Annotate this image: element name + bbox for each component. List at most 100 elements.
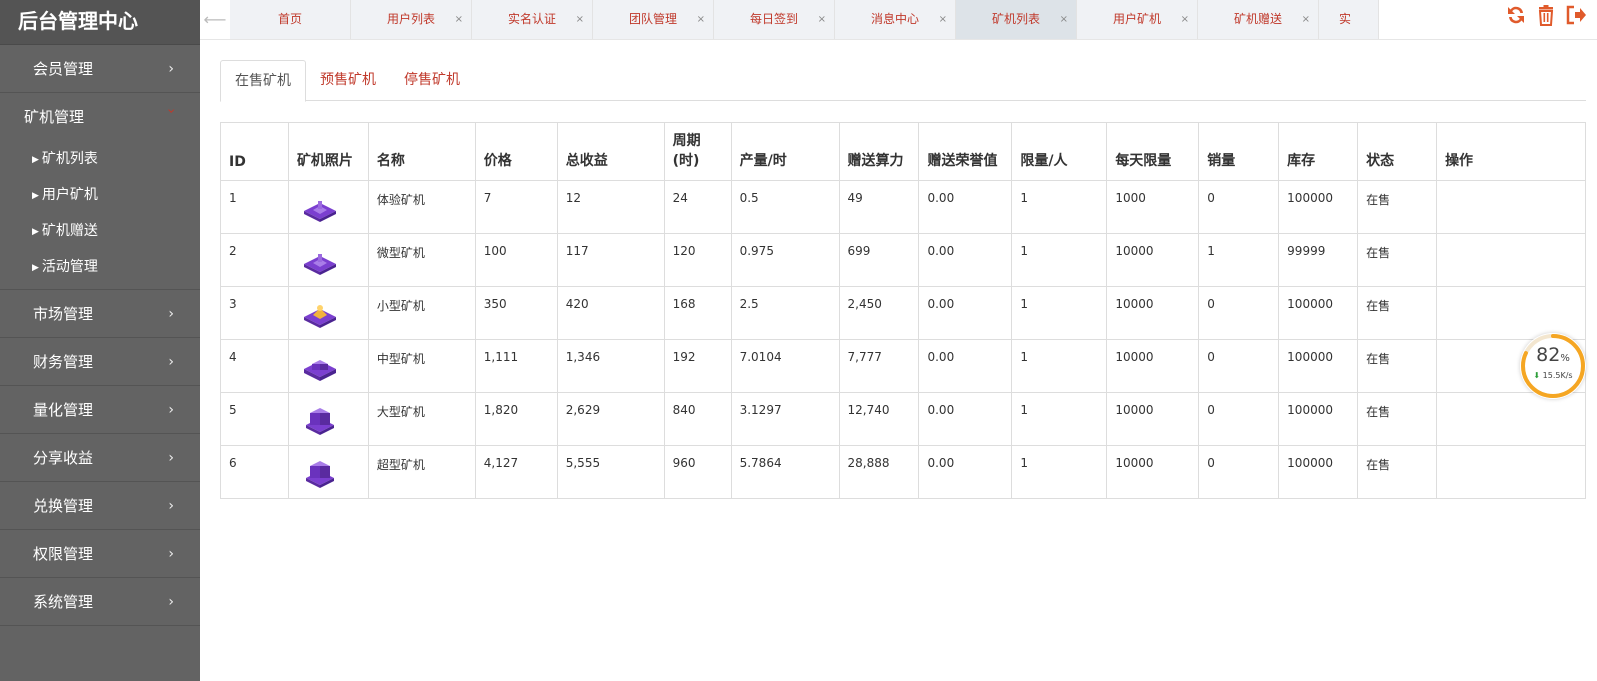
- sidebar-subitem-3[interactable]: ▶ 活动管理: [0, 249, 200, 285]
- table-cell: 350: [475, 286, 558, 340]
- table-cell: 12: [557, 180, 665, 234]
- subtab-1[interactable]: 预售矿机: [306, 60, 390, 101]
- sidebar-item-1[interactable]: 矿机管理 ›: [0, 93, 200, 141]
- tab-close-icon[interactable]: ×: [697, 0, 705, 39]
- machine-status-tabs: 在售矿机 预售矿机 停售矿机: [220, 60, 1586, 102]
- table-cell: 4: [220, 339, 289, 393]
- sidebar-item-label: 量化管理: [33, 401, 94, 419]
- sidebar-item-4[interactable]: 量化管理 ›: [0, 386, 200, 434]
- tab-close-icon[interactable]: ×: [1181, 0, 1189, 39]
- sidebar-item-label: 系统管理: [33, 593, 94, 611]
- sidebar-item-8[interactable]: 系统管理 ›: [0, 578, 200, 626]
- tab-bar: ⟵ 首页 用户列表 × 实名认证 × 团队管理 × 每日签到 × 消息中心 × 矿机列表 × 用户矿机 × 矿…: [200, 0, 1597, 40]
- table-cell: 0: [1198, 339, 1280, 393]
- table-row: 3 小型矿机 350 420 168 2.5 2,450 0.00 1 10000 0 100000 在…: [220, 286, 1586, 340]
- speed-rate: ⬇ 15.5K/s: [1533, 371, 1573, 380]
- sidebar-item-6[interactable]: 兑换管理 ›: [0, 482, 200, 530]
- tab-close-icon[interactable]: ×: [576, 0, 584, 39]
- caret-right-icon: ▶: [32, 155, 39, 165]
- tab-1[interactable]: 用户列表 ×: [351, 0, 472, 39]
- network-speed-widget[interactable]: 82% ⬇ 15.5K/s: [1520, 333, 1586, 399]
- table-body: 1 体验矿机 7 12 24 0.5 49 0.00 1 1000 0 100000 在售 2 微型矿机 10…: [220, 180, 1586, 499]
- column-header: 价格: [475, 122, 558, 181]
- table-cell: 在售: [1357, 286, 1438, 340]
- table-cell: 10000: [1106, 339, 1200, 393]
- tab-label: 每日签到: [749, 12, 798, 26]
- sidebar-subitem-0[interactable]: ▶ 矿机列表: [0, 141, 200, 177]
- table-cell: 28,888: [839, 445, 920, 499]
- sidebar-subitem-2[interactable]: ▶ 矿机赠送: [0, 213, 200, 249]
- refresh-icon[interactable]: [1505, 4, 1527, 26]
- tab-8[interactable]: 矿机赠送 ×: [1198, 0, 1319, 39]
- table-cell: 5: [220, 392, 289, 446]
- table-cell: 2.5: [731, 286, 840, 340]
- table-cell: 0.00: [918, 233, 1013, 287]
- tab-2[interactable]: 实名认证 ×: [472, 0, 593, 39]
- table-cell: 99999: [1278, 233, 1359, 287]
- table-cell: 0: [1198, 392, 1280, 446]
- tab-close-icon[interactable]: ×: [1060, 0, 1068, 39]
- sidebar-item-label: 兑换管理: [33, 497, 94, 515]
- main-content: 在售矿机 预售矿机 停售矿机 ID 矿机照片 名称 价格 总收益 周期 (时) 产量/时 赠送算力赠…: [200, 40, 1597, 681]
- table-cell: 3: [220, 286, 289, 340]
- tab-list: 首页 用户列表 × 实名认证 × 团队管理 × 每日签到 × 消息中心 × 矿机列表 × 用户矿机 × 矿机赠…: [230, 0, 1379, 39]
- table-cell: 840: [664, 392, 732, 446]
- tab-scroll-left-icon[interactable]: ⟵: [200, 0, 230, 39]
- tab-0[interactable]: 首页: [230, 0, 351, 39]
- row-actions: [1436, 180, 1586, 234]
- table-cell: 1,820: [475, 392, 558, 446]
- table-cell: 1: [1011, 233, 1108, 287]
- tab-close-icon[interactable]: ×: [939, 0, 947, 39]
- machine-photo: [288, 339, 369, 393]
- tab-4[interactable]: 每日签到 ×: [714, 0, 835, 39]
- table-cell: 在售: [1357, 445, 1438, 499]
- table-cell: 49: [839, 180, 920, 234]
- tab-5[interactable]: 消息中心 ×: [835, 0, 956, 39]
- table-cell: 1,346: [557, 339, 665, 393]
- speed-ring: [1521, 334, 1585, 398]
- machine-photo: [288, 286, 369, 340]
- tab-3[interactable]: 团队管理 ×: [593, 0, 714, 39]
- machine-image: [305, 408, 334, 435]
- table-cell: 100000: [1278, 445, 1359, 499]
- subtab-2[interactable]: 停售矿机: [390, 60, 474, 101]
- machine-image: [303, 360, 336, 381]
- table-header-row: ID 矿机照片 名称 价格 总收益 周期 (时) 产量/时 赠送算力 赠送荣誉值 限量/人 每天限量销…: [220, 122, 1586, 181]
- tab-close-icon[interactable]: ×: [818, 0, 826, 39]
- table-cell: 1: [1011, 445, 1108, 499]
- table-cell: 100000: [1278, 180, 1359, 234]
- sidebar-subitem-1[interactable]: ▶ 用户矿机: [0, 177, 200, 213]
- table-cell: 100: [475, 233, 558, 287]
- sidebar-subitem-label: 用户矿机: [41, 187, 98, 203]
- column-header: 名称: [368, 122, 476, 181]
- trash-icon[interactable]: [1535, 4, 1557, 26]
- sidebar-item-7[interactable]: 权限管理 ›: [0, 530, 200, 578]
- column-header: 每天限量: [1106, 122, 1200, 181]
- tab-close-icon[interactable]: ×: [455, 0, 463, 39]
- table-cell: 0.00: [918, 180, 1013, 234]
- brand-title: 后台管理中心: [0, 0, 200, 45]
- sidebar-item-5[interactable]: 分享收益 ›: [0, 434, 200, 482]
- table-cell: 小型矿机: [368, 286, 476, 340]
- tab-6[interactable]: 矿机列表 ×: [956, 0, 1077, 39]
- chevron-right-icon: ›: [168, 498, 174, 514]
- table-cell: 420: [557, 286, 665, 340]
- tab-7[interactable]: 用户矿机 ×: [1077, 0, 1198, 39]
- sidebar-item-2[interactable]: 市场管理 ›: [0, 290, 200, 338]
- machine-image: [303, 305, 336, 328]
- subtab-0[interactable]: 在售矿机: [220, 60, 306, 102]
- sidebar-item-0[interactable]: 会员管理 ›: [0, 45, 200, 93]
- column-header: 赠送荣誉值: [918, 122, 1013, 181]
- sidebar-item-label: 权限管理: [33, 545, 94, 563]
- table-cell: 0.975: [731, 233, 840, 287]
- table-cell: 0.5: [731, 180, 840, 234]
- tab-close-icon[interactable]: ×: [1302, 0, 1310, 39]
- column-header: 矿机照片: [288, 122, 369, 181]
- table-cell: 192: [664, 339, 732, 393]
- table-cell: 168: [664, 286, 732, 340]
- table-cell: 大型矿机: [368, 392, 476, 446]
- logout-icon[interactable]: [1565, 4, 1587, 26]
- sidebar-item-3[interactable]: 财务管理 ›: [0, 338, 200, 386]
- tab-9[interactable]: 实: [1319, 0, 1379, 39]
- sidebar-submenu: ▶ 矿机列表 ▶ 用户矿机 ▶ 矿机赠送 ▶ 活动管理: [0, 141, 200, 290]
